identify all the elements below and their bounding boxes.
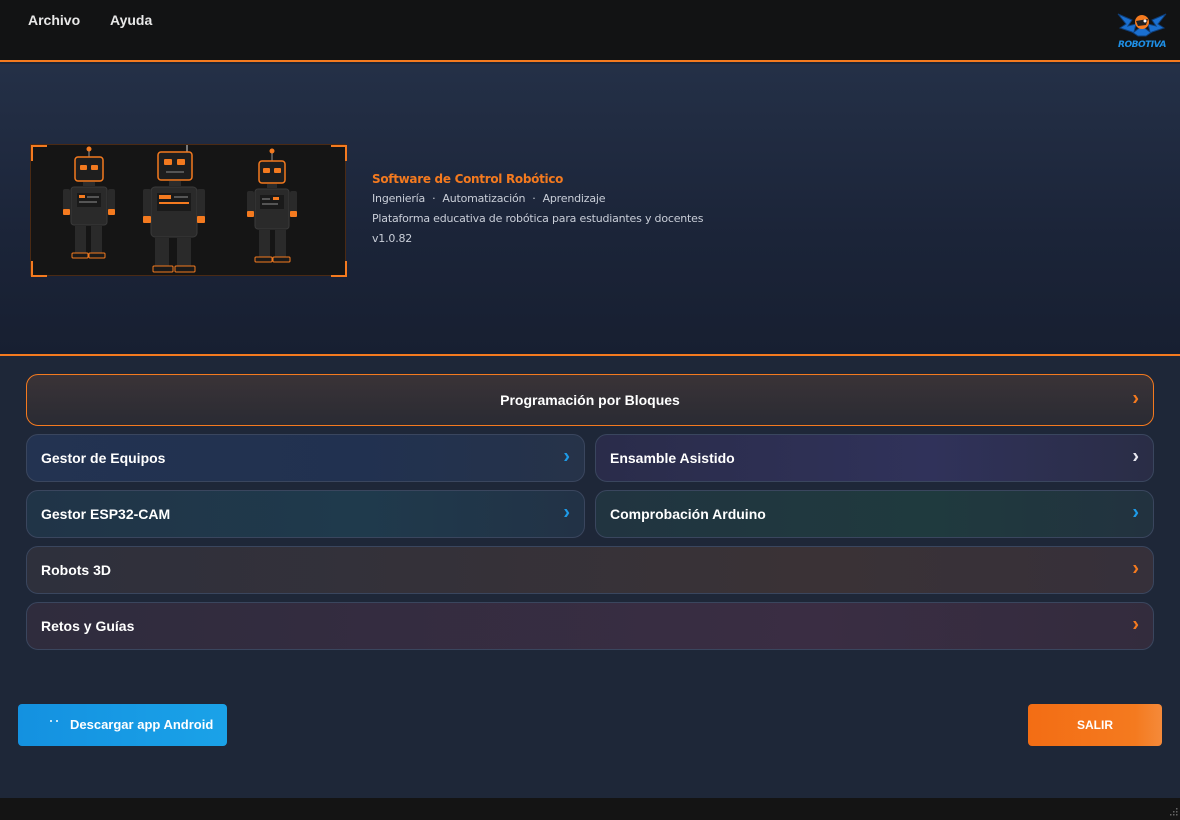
chevron-right-icon: › [563, 445, 570, 468]
menu-archivo[interactable]: Archivo [28, 12, 80, 28]
download-android-label: Descargar app Android [70, 717, 214, 732]
robot-illustration [30, 144, 347, 277]
tag-separator: · [432, 192, 436, 205]
robots-3d-button[interactable]: Robots 3D › [26, 546, 1154, 594]
programacion-bloques-label: Programación por Bloques [500, 392, 680, 408]
hero-tag-automatizacion: Automatización [442, 192, 526, 205]
chevron-right-icon: › [1132, 557, 1139, 580]
hero-tag-aprendizaje: Aprendizaje [542, 192, 606, 205]
chevron-right-icon: › [1132, 501, 1139, 524]
robivo-logo-icon [1117, 13, 1167, 37]
hero-banner: Software de Control Robótico Ingeniería ·… [0, 64, 1180, 354]
gestor-equipos-button[interactable]: Gestor de Equipos › [26, 434, 585, 482]
robotiva-logo: ROBOTIVA [1114, 6, 1170, 54]
exit-label: SALIR [1077, 718, 1113, 732]
hero-tag-ingenieria: Ingeniería [372, 192, 426, 205]
gestor-esp32-cam-button[interactable]: Gestor ESP32-CAM › [26, 490, 585, 538]
chevron-right-icon: › [1132, 613, 1139, 636]
status-bar [0, 798, 1180, 820]
gestor-equipos-label: Gestor de Equipos [41, 450, 166, 466]
android-icon [50, 720, 58, 722]
hero-tags: Ingeniería · Automatización · Aprendizaje [372, 192, 703, 205]
comprobacion-arduino-label: Comprobación Arduino [610, 506, 766, 522]
ensamble-asistido-label: Ensamble Asistido [610, 450, 735, 466]
download-android-button[interactable]: Descargar app Android [18, 704, 227, 746]
exit-button[interactable]: SALIR [1028, 704, 1162, 746]
chevron-right-icon: › [563, 501, 570, 524]
robots-3d-label: Robots 3D [41, 562, 111, 578]
retos-guias-label: Retos y Guías [41, 618, 135, 634]
resize-grip-icon[interactable] [1168, 808, 1178, 818]
tag-separator: · [532, 192, 536, 205]
hero-description: Plataforma educativa de robótica para es… [372, 212, 704, 225]
hero-text-block: Software de Control Robótico Ingeniería ·… [372, 172, 703, 252]
app-version: v1.0.82 [372, 232, 413, 245]
logo-text: ROBOTIVA [1118, 40, 1166, 50]
programacion-bloques-button[interactable]: Programación por Bloques › [26, 374, 1154, 426]
retos-guias-button[interactable]: Retos y Guías › [26, 602, 1154, 650]
menu-ayuda[interactable]: Ayuda [110, 12, 152, 28]
chevron-right-icon: › [1132, 445, 1139, 468]
chevron-right-icon: › [1132, 387, 1139, 410]
gestor-esp32-cam-label: Gestor ESP32-CAM [41, 506, 171, 522]
ensamble-asistido-button[interactable]: Ensamble Asistido › [595, 434, 1154, 482]
menu-bar: Archivo Ayuda ROBOTIVA [0, 0, 1180, 62]
hero-divider [0, 354, 1180, 356]
comprobacion-arduino-button[interactable]: Comprobación Arduino › [595, 490, 1154, 538]
hero-title: Software de Control Robótico [372, 172, 564, 186]
